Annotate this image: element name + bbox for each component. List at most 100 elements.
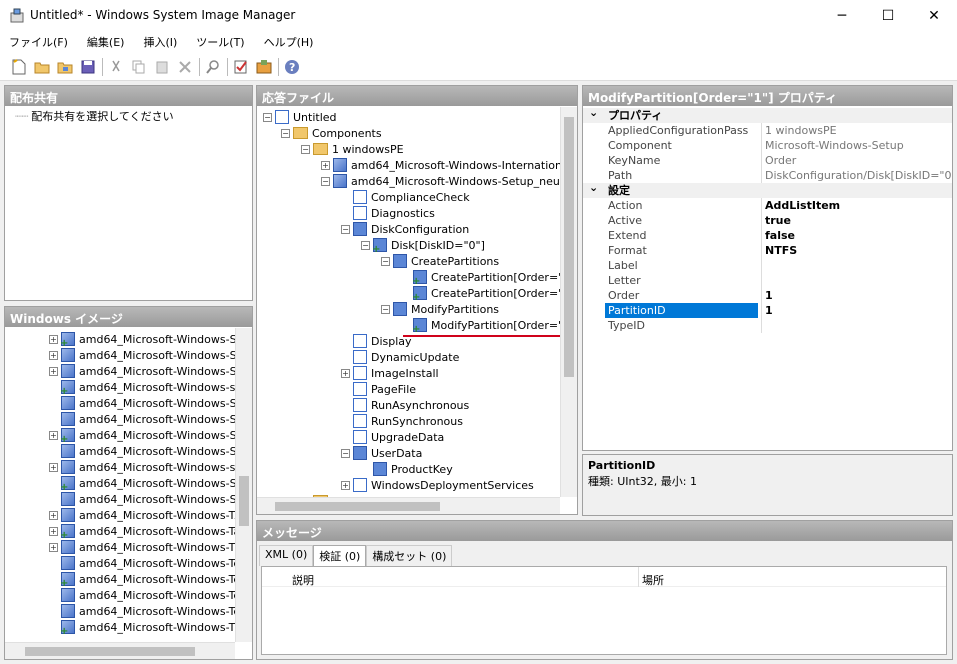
windows-image-item[interactable]: amd64_Microsoft-Windows-S	[49, 411, 237, 427]
windows-image-item[interactable]: amd64_Microsoft-Windows-sh	[49, 379, 242, 397]
scroll-thumb[interactable]	[239, 476, 249, 526]
chevron-down-icon[interactable]: ⌄	[589, 105, 598, 120]
setting-windowsdeploymentservices[interactable]: + WindowsDeploymentServices	[341, 477, 534, 493]
help-icon[interactable]: ?	[283, 58, 301, 76]
cut-icon[interactable]	[107, 58, 125, 76]
setting-display[interactable]: Display	[341, 333, 412, 349]
property-row[interactable]: PartitionID 1	[583, 303, 952, 318]
tab-validation[interactable]: 検証 (0)	[313, 545, 367, 566]
property-value[interactable]: Order	[761, 153, 952, 168]
property-category[interactable]: ⌄ 設定	[583, 180, 952, 198]
windows-image-item[interactable]: + amd64_Microsoft-Windows-T(	[49, 539, 240, 555]
property-category[interactable]: ⌄ プロパティ	[583, 105, 952, 123]
setting-pagefile[interactable]: PageFile	[341, 381, 416, 397]
property-row[interactable]: Active true	[583, 213, 952, 228]
setting-dynamicupdate[interactable]: DynamicUpdate	[341, 349, 459, 365]
copy-icon[interactable]	[130, 58, 148, 76]
expand-toggle[interactable]: +	[49, 366, 58, 376]
horizontal-scrollbar[interactable]	[257, 497, 560, 514]
vertical-scrollbar[interactable]	[560, 107, 577, 497]
property-value[interactable]: false	[761, 228, 952, 243]
windows-image-item[interactable]: + amd64_Microsoft-Windows-Sl	[49, 347, 240, 363]
windows-image-item[interactable]: + amd64_Microsoft-Windows-Se	[49, 331, 243, 349]
windows-image-item[interactable]: amd64_Microsoft-Windows-S"	[49, 475, 242, 493]
expand-toggle[interactable]: +	[49, 510, 58, 520]
setting-createpartition-1[interactable]: CreatePartition[Order="1"	[401, 269, 575, 287]
windows-image-item[interactable]: + amd64_Microsoft-Windows-Sl	[49, 363, 240, 379]
expand-toggle[interactable]: +	[49, 462, 58, 472]
windows-image-item[interactable]: amd64_Microsoft-Windows-Te	[49, 603, 240, 619]
component-international[interactable]: + amd64_Microsoft-Windows-International	[321, 157, 572, 173]
validate-icon[interactable]	[232, 58, 250, 76]
scroll-thumb[interactable]	[275, 502, 440, 511]
expand-toggle[interactable]: −	[321, 176, 330, 186]
expand-toggle[interactable]: −	[263, 112, 272, 122]
windows-image-item[interactable]: + amd64_Microsoft-Windows-TA	[49, 507, 242, 523]
chevron-down-icon[interactable]: ⌄	[589, 180, 598, 195]
property-value[interactable]	[761, 258, 952, 273]
windows-image-item[interactable]: amd64_Microsoft-Windows-Sy	[49, 491, 243, 507]
find-icon[interactable]	[204, 58, 222, 76]
answer-file-root[interactable]: − Untitled	[263, 109, 337, 125]
expand-toggle[interactable]: −	[381, 256, 390, 266]
property-row[interactable]: KeyName Order	[583, 153, 952, 168]
property-value[interactable]: 1	[761, 303, 952, 318]
column-location[interactable]: 場所	[642, 572, 664, 588]
property-value[interactable]	[761, 273, 952, 288]
distribution-share-placeholder[interactable]: 配布共有を選択してください	[31, 108, 173, 124]
setting-modifypartition-1[interactable]: ModifyPartition[Order="1"	[401, 317, 576, 335]
expand-toggle[interactable]: −	[381, 304, 390, 314]
expand-toggle[interactable]: −	[361, 240, 370, 250]
expand-toggle[interactable]: +	[341, 480, 350, 490]
property-row[interactable]: Format NTFS	[583, 243, 952, 258]
setting-productkey[interactable]: ProductKey	[361, 461, 453, 477]
component-setup[interactable]: − amd64_Microsoft-Windows-Setup_neutra	[321, 173, 575, 189]
property-row[interactable]: AppliedConfigurationPass 1 windowsPE	[583, 123, 952, 138]
expand-toggle[interactable]: +	[49, 542, 58, 552]
setting-diagnostics[interactable]: Diagnostics	[341, 205, 435, 221]
close-button[interactable]: ✕	[911, 0, 957, 31]
setting-runsynchronous[interactable]: RunSynchronous	[341, 413, 463, 429]
paste-icon[interactable]	[153, 58, 171, 76]
components-node[interactable]: − Components	[281, 125, 382, 141]
new-icon[interactable]	[10, 58, 28, 76]
scroll-thumb[interactable]	[25, 647, 195, 656]
windows-image-item[interactable]: amd64_Microsoft-Windows-S(	[49, 443, 241, 459]
menu-tools[interactable]: ツール(T)	[196, 34, 244, 50]
property-row[interactable]: Action AddListItem	[583, 198, 952, 213]
setting-diskconfiguration[interactable]: − DiskConfiguration	[341, 221, 469, 237]
expand-toggle[interactable]: +	[49, 334, 58, 344]
property-value[interactable]: 1	[761, 288, 952, 303]
vertical-scrollbar[interactable]	[235, 328, 252, 642]
expand-toggle[interactable]: +	[49, 526, 58, 536]
menu-edit[interactable]: 編集(E)	[87, 34, 125, 50]
expand-toggle[interactable]: +	[341, 368, 350, 378]
expand-toggle[interactable]: −	[301, 144, 310, 154]
setting-imageinstall[interactable]: + ImageInstall	[341, 365, 439, 381]
menu-insert[interactable]: 挿入(I)	[143, 34, 177, 50]
setting-disk[interactable]: − Disk[DiskID="0"]	[361, 237, 485, 255]
messages-list[interactable]: 説明 場所	[261, 566, 947, 655]
windows-image-item[interactable]: + amd64_Microsoft-Windows-Ta	[49, 523, 240, 541]
setting-modifypartitions[interactable]: − ModifyPartitions	[381, 301, 499, 317]
minimize-button[interactable]: ─	[819, 0, 865, 31]
property-value[interactable]: Microsoft-Windows-Setup	[761, 138, 952, 153]
setting-upgradedata[interactable]: UpgradeData	[341, 429, 444, 445]
property-row[interactable]: Extend false	[583, 228, 952, 243]
property-row[interactable]: Label	[583, 258, 952, 273]
windows-image-item[interactable]: amd64_Microsoft-Windows-S	[49, 395, 237, 411]
windows-image-item[interactable]: amd64_Microsoft-Windows-Te	[49, 555, 240, 571]
tab-xml[interactable]: XML (0)	[259, 545, 314, 566]
property-value[interactable]: NTFS	[761, 243, 952, 258]
expand-toggle[interactable]: +	[321, 160, 330, 170]
tab-configuration-set[interactable]: 構成セット (0)	[366, 545, 453, 566]
property-value[interactable]: true	[761, 213, 952, 228]
expand-toggle[interactable]: +	[49, 430, 58, 440]
property-row[interactable]: Order 1	[583, 288, 952, 303]
property-row[interactable]: Letter	[583, 273, 952, 288]
setting-createpartitions[interactable]: − CreatePartitions	[381, 253, 499, 269]
delete-icon[interactable]	[176, 58, 194, 76]
open-folder-icon[interactable]	[33, 58, 51, 76]
setting-createpartition-2[interactable]: CreatePartition[Order="2"	[401, 285, 575, 303]
property-value[interactable]: DiskConfiguration/Disk[DiskID="0"]/	[761, 168, 952, 183]
